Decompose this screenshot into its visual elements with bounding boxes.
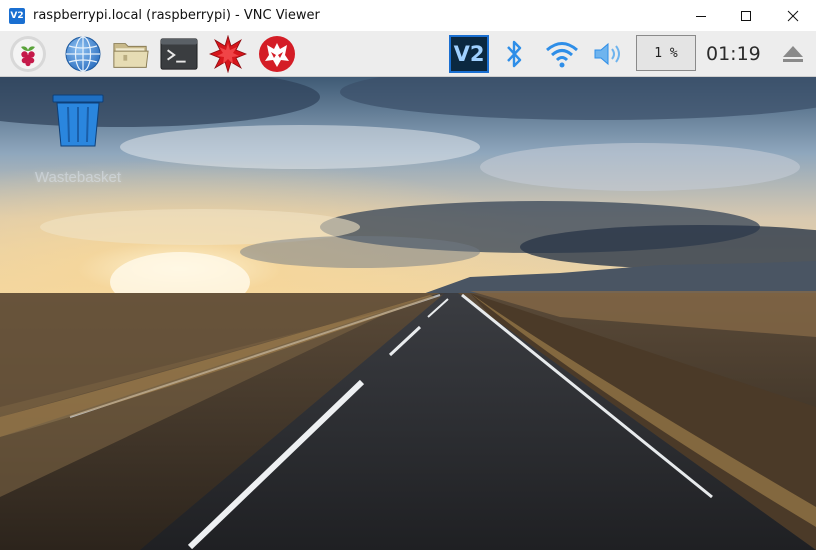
volume-tray[interactable] (590, 35, 628, 73)
wifi-tray[interactable] (542, 35, 582, 73)
bluetooth-tray[interactable] (500, 35, 528, 73)
mathematica-launcher[interactable] (209, 35, 247, 73)
raspberry-menu-icon (10, 36, 46, 72)
wastebasket-label: Wastebasket (34, 169, 122, 186)
raspberry-menu-button[interactable] (9, 35, 47, 73)
vnc-server-icon: V2 (449, 35, 489, 73)
terminal-icon (160, 38, 198, 70)
trash-icon (52, 94, 104, 147)
web-browser-icon (65, 36, 101, 72)
web-browser-launcher[interactable] (64, 35, 102, 73)
file-manager-launcher[interactable] (112, 35, 150, 73)
eject-button[interactable] (778, 35, 808, 73)
bluetooth-icon (507, 40, 522, 68)
title-bar[interactable]: V2 raspberrypi.local (raspberrypi) - VNC… (0, 0, 816, 31)
window-title: raspberrypi.local (raspberrypi) - VNC Vi… (33, 8, 320, 23)
top-panel: V2 1 % 01:19 (0, 31, 816, 77)
close-icon (787, 10, 799, 21)
mathematica-icon (209, 35, 247, 73)
eject-icon (783, 46, 803, 62)
close-button[interactable] (770, 0, 816, 31)
wastebasket-desktop-icon[interactable]: Wastebasket (35, 93, 121, 186)
terminal-launcher[interactable] (160, 35, 198, 73)
wifi-icon (546, 42, 578, 68)
wolfram-icon (259, 36, 295, 72)
maximize-button[interactable] (723, 0, 769, 31)
vnc-viewer-window: V2 raspberrypi.local (raspberrypi) - VNC… (0, 0, 816, 550)
vnc-app-icon: V2 (9, 7, 25, 24)
wolfram-launcher[interactable] (258, 35, 296, 73)
maximize-icon (741, 10, 751, 21)
clock[interactable]: 01:19 (706, 35, 761, 73)
minimize-button[interactable] (678, 0, 724, 31)
desktop[interactable]: Wastebasket (0, 77, 816, 550)
volume-icon (594, 42, 620, 66)
cpu-usage-monitor[interactable]: 1 % (636, 35, 696, 71)
file-manager-icon (113, 43, 149, 68)
minimize-icon (696, 15, 706, 17)
vnc-server-tray[interactable]: V2 (446, 35, 492, 73)
desktop-wallpaper (0, 77, 816, 550)
